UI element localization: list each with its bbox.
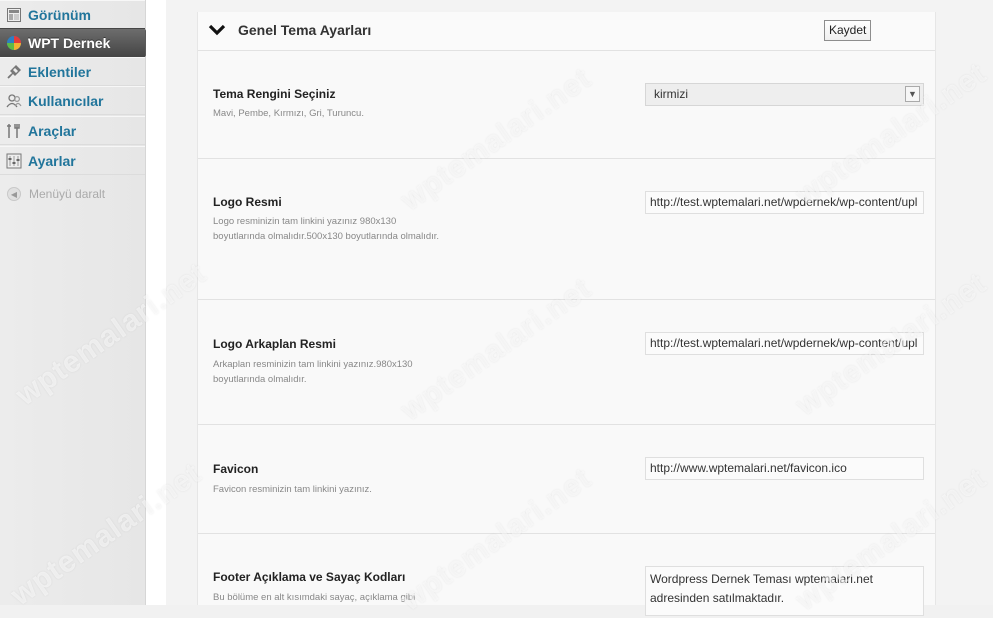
setting-label: Tema Rengini Seçiniz xyxy=(213,87,336,101)
setting-label: Logo Arkaplan Resmi xyxy=(213,337,336,351)
plugins-icon xyxy=(6,64,22,80)
sidebar-item-label: Kullanıcılar xyxy=(28,92,104,109)
setting-label: Favicon xyxy=(213,462,259,476)
setting-description: Logo resminizin tam linkini yazınız 980x… xyxy=(213,216,440,242)
sidebar-item-settings[interactable]: Ayarlar xyxy=(0,146,145,175)
setting-description: Arkaplan resminizin tam linkini yazınız.… xyxy=(213,359,413,385)
logo-url-input[interactable]: http://test.wptemalari.net/wpdernek/wp-c… xyxy=(645,191,924,214)
sidebar-item-users[interactable]: Kullanıcılar xyxy=(0,86,145,115)
save-button[interactable]: Kaydet xyxy=(824,20,872,41)
chevron-down-icon: ▼ xyxy=(905,86,920,102)
sidebar-item-appearance[interactable]: Görünüm xyxy=(0,0,145,29)
sidebar-item-tools[interactable]: Araçlar xyxy=(0,116,145,145)
footer-code-textarea[interactable]: Wordpress Dernek Teması wptemalari.net a… xyxy=(645,566,924,616)
sidebar-item-label: Eklentiler xyxy=(28,63,92,80)
panel-header[interactable]: Genel Tema Ayarları Kaydet xyxy=(198,12,935,51)
sidebar-item-plugins[interactable]: Eklentiler xyxy=(0,57,145,86)
tools-icon xyxy=(6,123,22,139)
users-icon xyxy=(6,93,22,109)
setting-row-theme-color: Tema Rengini Seçiniz Mavi, Pembe, Kırmız… xyxy=(198,51,935,159)
content-gutter xyxy=(146,0,166,605)
setting-description: Bu bölüme en alt kısımdaki sayaç, açıkla… xyxy=(213,592,416,603)
settings-icon xyxy=(6,153,22,169)
setting-label: Logo Resmi xyxy=(213,195,282,209)
sidebar-item-label: Ayarlar xyxy=(28,152,76,169)
collapse-menu-label: Menüyü daralt xyxy=(29,187,106,201)
setting-row-logo-bg: Logo Arkaplan Resmi Arkaplan resminizin … xyxy=(198,300,935,425)
setting-label: Footer Açıklama ve Sayaç Kodları xyxy=(213,570,406,584)
settings-panel: Genel Tema Ayarları Kaydet Tema Rengini … xyxy=(197,12,936,616)
setting-row-logo: Logo Resmi Logo resminizin tam linkini y… xyxy=(198,159,935,300)
plugin-color-icon xyxy=(6,35,22,51)
setting-description: Mavi, Pembe, Kırmızı, Gri, Turuncu. xyxy=(213,108,364,119)
sidebar-item-label: Araçlar xyxy=(28,122,77,139)
sidebar-item-label: Görünüm xyxy=(28,6,91,23)
select-value: kirmizi xyxy=(654,87,688,101)
collapse-arrow-icon: ◀ xyxy=(7,187,21,201)
admin-sidebar: Görünüm WPT Dernek Eklentiler Kullanıcıl… xyxy=(0,0,154,605)
theme-color-select[interactable]: kirmizi ▼ xyxy=(645,83,924,106)
panel-title: Genel Tema Ayarları xyxy=(238,22,372,38)
setting-description: Favicon resminizin tam linkini yazınız. xyxy=(213,484,372,495)
logo-bg-url-input[interactable]: http://test.wptemalari.net/wpdernek/wp-c… xyxy=(645,332,924,355)
setting-row-favicon: Favicon Favicon resminizin tam linkini y… xyxy=(198,425,935,534)
collapse-menu-button[interactable]: ◀ Menüyü daralt xyxy=(0,180,145,208)
chevron-down-icon[interactable] xyxy=(208,22,226,38)
setting-row-footer: Footer Açıklama ve Sayaç Kodları Bu bölü… xyxy=(198,534,935,616)
sidebar-item-label: WPT Dernek xyxy=(28,34,111,51)
favicon-url-input[interactable]: http://www.wptemalari.net/favicon.ico xyxy=(645,457,924,480)
sidebar-item-wpt-dernek[interactable]: WPT Dernek xyxy=(0,28,154,57)
appearance-icon xyxy=(6,7,22,23)
